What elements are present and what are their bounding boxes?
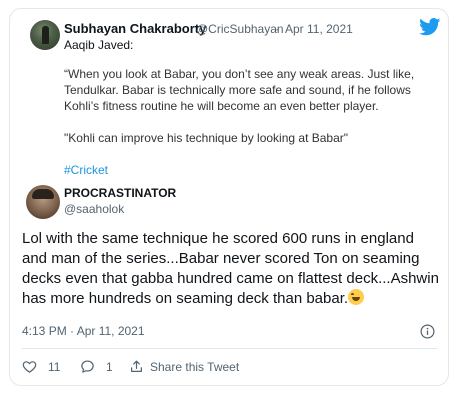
comment-icon [81, 360, 94, 373]
reply-author-handle[interactable]: @saaholok [64, 202, 124, 216]
joy-emoji-icon [348, 289, 365, 305]
quoted-author-handle[interactable]: @CricSubhayan [196, 22, 284, 36]
reply-avatar[interactable] [26, 185, 60, 219]
reply-button[interactable]: 1 [80, 359, 113, 374]
reply-count: 1 [106, 359, 113, 374]
reply-text: Lol with the same technique he scored 60… [22, 230, 439, 307]
reply-tweet-text: Lol with the same technique he scored 60… [22, 229, 440, 309]
actions-divider [22, 348, 438, 349]
tweet-timestamp[interactable]: 4:13 PM · Apr 11, 2021 [22, 324, 145, 338]
quoted-tweet-body[interactable]: “When you look at Babar, you don’t see a… [64, 66, 440, 194]
quoted-author-name[interactable]: Subhayan Chakraborty [64, 21, 206, 36]
share-icon [131, 360, 142, 372]
quoted-paragraph: "Kohli can improve his technique by look… [64, 131, 349, 145]
quoted-avatar[interactable] [30, 20, 60, 50]
quoted-date[interactable]: Apr 11, 2021 [285, 22, 353, 36]
share-label: Share this Tweet [150, 359, 240, 374]
heart-icon [22, 361, 37, 373]
twitter-bird-icon[interactable] [419, 18, 441, 36]
quoted-paragraph: “When you look at Babar, you don’t see a… [64, 67, 415, 113]
reply-author-name[interactable]: PROCRASTINATOR [64, 186, 176, 200]
like-button[interactable]: 11 [22, 359, 60, 374]
quoted-first-line: Aaqib Javed: [64, 38, 134, 52]
like-count: 11 [48, 359, 61, 374]
share-button[interactable]: Share this Tweet [129, 359, 239, 374]
info-icon[interactable] [420, 324, 435, 339]
hashtag-link[interactable]: #Cricket [64, 163, 108, 177]
quoted-separator: · [275, 22, 279, 36]
